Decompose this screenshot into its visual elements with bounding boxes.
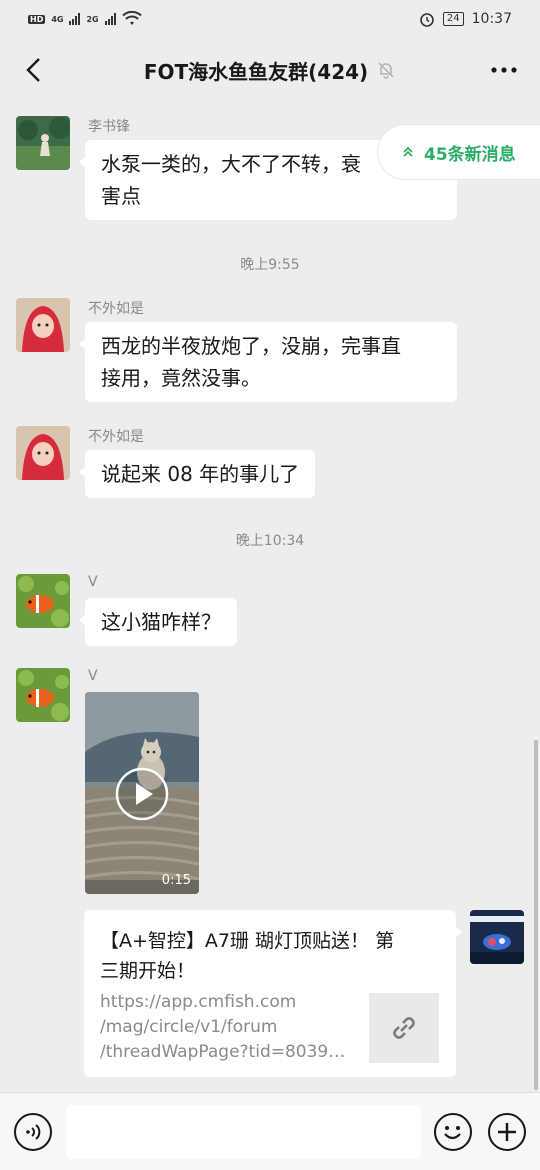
signal-label-1: 4G: [51, 14, 64, 24]
link-card-url: https://app.cmfish.com /mag/circle/v1/fo…: [100, 990, 355, 1065]
link-card-url-line: /threadWapPage?tid=80391...: [100, 1042, 355, 1062]
chat-area[interactable]: 李书锋 水泵一类的，大不了不转，衰 害点 45条新消息 晚上9:55 不外如是 …: [0, 102, 540, 1092]
sender-name: 不外如是: [88, 429, 144, 445]
voice-icon: [26, 1124, 41, 1140]
message-bubble[interactable]: 说起来 08 年的事儿了: [78, 450, 316, 498]
battery-indicator: 24: [442, 12, 464, 26]
message-text-line: 害点: [101, 184, 141, 208]
new-messages-label: 45条新消息: [424, 144, 516, 165]
double-chevron-up-icon: [403, 146, 413, 157]
message-text-line: 接用，竟然没事。: [101, 366, 261, 390]
more-functions-button[interactable]: [488, 1113, 526, 1151]
chevron-left-icon: [26, 58, 40, 82]
avatar[interactable]: [16, 426, 70, 480]
voice-button[interactable]: [14, 1113, 52, 1151]
my-avatar[interactable]: [470, 910, 524, 964]
link-card-thumbnail: [369, 993, 439, 1063]
link-card-url-line: /mag/circle/v1/forum: [100, 1017, 278, 1037]
back-button[interactable]: [16, 52, 52, 88]
sender-name: 不外如是: [88, 301, 144, 317]
message-bubble[interactable]: 西龙的半夜放炮了，没崩，完事直 接用，竟然没事。: [79, 322, 457, 402]
status-left: HD 4G 2G: [28, 11, 142, 27]
video-duration: 0:15: [161, 873, 191, 888]
message-item: V 这小猫咋样？: [16, 574, 476, 664]
sender-name: V: [88, 574, 98, 590]
clock: 10:37: [471, 11, 512, 27]
avatar[interactable]: [16, 116, 70, 170]
sender-name: 李书锋: [88, 119, 130, 135]
message-text-line: 这小猫咋样？: [101, 610, 221, 634]
message-text-line: 说起来 08 年的事儿了: [101, 462, 300, 486]
message-item: 不外如是 说起来 08 年的事儿了: [16, 426, 476, 516]
more-button[interactable]: [486, 52, 522, 88]
play-icon[interactable]: [115, 767, 169, 821]
more-horizontal-icon: [491, 67, 517, 73]
link-card[interactable]: 【A+智控】A7珊 瑚灯顶贴送！ 第 三期开始！ https://app.cmf…: [84, 910, 462, 1077]
status-bar: HD 4G 2G 24 10:37: [0, 0, 540, 38]
message-item: V 0:15: [16, 668, 476, 898]
timestamp: 晚上10:34: [235, 533, 305, 549]
message-input[interactable]: [66, 1105, 421, 1159]
wifi-icon: [121, 11, 142, 25]
link-icon: [393, 1017, 415, 1039]
plus-icon: [498, 1123, 516, 1141]
link-card-title-line: 三期开始！: [100, 960, 196, 982]
signal-label-2: 2G: [86, 14, 99, 24]
emoji-button[interactable]: [434, 1113, 472, 1151]
link-card-url-line: https://app.cmfish.com: [100, 992, 297, 1012]
signal-icon-2: [104, 13, 116, 25]
scrollbar[interactable]: [534, 740, 538, 1090]
hd-badge: HD: [28, 14, 46, 24]
input-bar: [0, 1092, 540, 1170]
avatar[interactable]: [16, 298, 70, 352]
timestamp: 晚上9:55: [240, 257, 300, 273]
chat-header: FOT海水鱼鱼友群(424): [0, 38, 540, 102]
link-card-title: 【A+智控】A7珊 瑚灯顶贴送！ 第 三期开始！: [100, 926, 440, 986]
message-bubble[interactable]: 这小猫咋样？: [79, 598, 237, 646]
title-wrap: FOT海水鱼鱼友群(424): [144, 56, 396, 85]
sender-name: V: [88, 668, 98, 684]
chat-title: FOT海水鱼鱼友群(424): [143, 59, 369, 84]
video-message[interactable]: 0:15: [85, 692, 199, 894]
bell-off-icon: [378, 62, 394, 79]
smile-icon: [444, 1126, 461, 1140]
signal-icon: [69, 13, 81, 25]
avatar[interactable]: [16, 574, 70, 628]
alarm-icon: [420, 13, 434, 27]
avatar[interactable]: [16, 668, 70, 722]
link-card-title-line: 【A+智控】A7珊 瑚灯顶贴送！ 第: [100, 930, 395, 952]
status-right: 24 10:37: [419, 11, 512, 27]
message-text-line: 西龙的半夜放炮了，没崩，完事直: [101, 334, 401, 358]
new-messages-button[interactable]: 45条新消息: [377, 124, 540, 180]
message-item: 不外如是 西龙的半夜放炮了，没崩，完事直 接用，竟然没事。: [16, 298, 476, 418]
